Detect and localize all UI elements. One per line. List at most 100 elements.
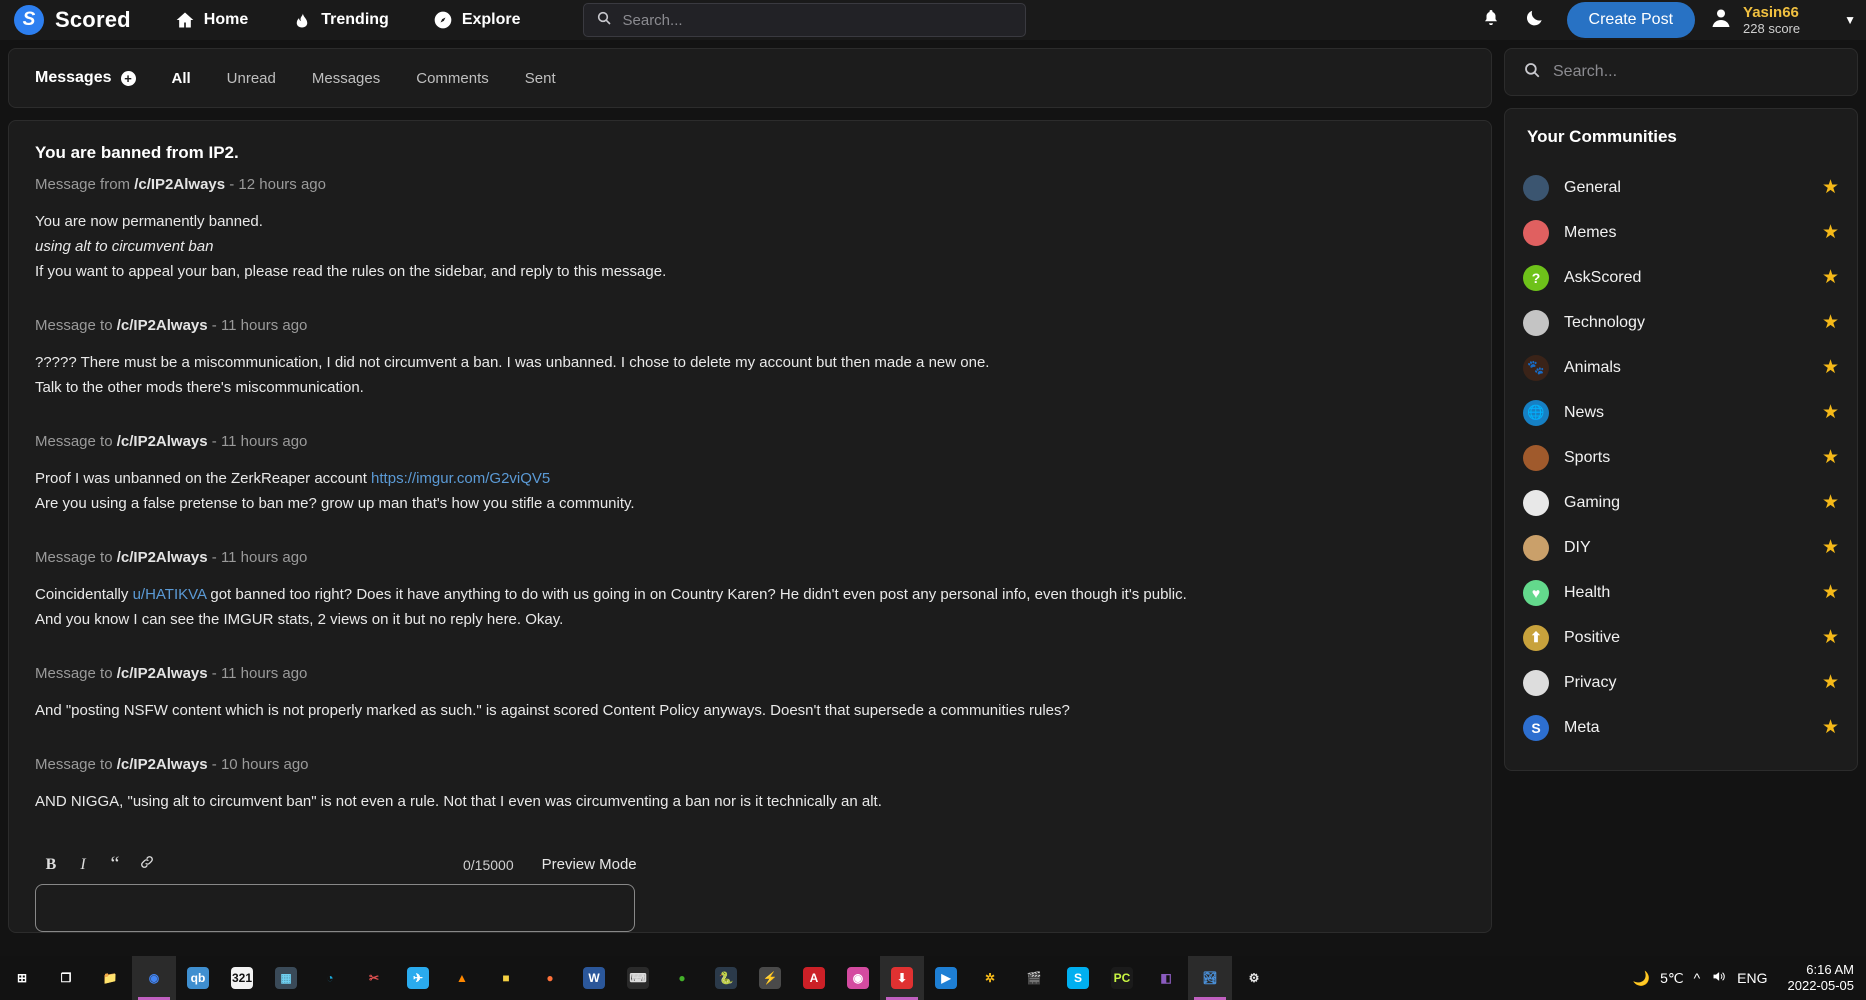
favorite-star-icon[interactable]: ★ [1822,671,1839,694]
qbittorrent-icon[interactable]: qb [176,956,220,1000]
downloader-icon[interactable]: ⬇ [880,956,924,1000]
pycharm-pc-icon[interactable]: PC [1100,956,1144,1000]
telegram-icon-glyph: ✈ [407,967,429,989]
notifications-button[interactable] [1469,0,1513,40]
windows-start-icon[interactable]: ⊞ [0,956,44,1000]
reply-input[interactable] [35,884,635,932]
tab-sent[interactable]: Sent [525,70,556,87]
user-mention-link[interactable]: u/HATIKVA [133,586,207,603]
message-community[interactable]: /c/IP2Always [117,665,208,682]
link-icon[interactable] [131,854,163,875]
nav-link-home-label: Home [203,11,249,28]
sidebar-search[interactable] [1504,48,1858,96]
community-row[interactable]: Gaming ★ [1523,480,1839,525]
nav-link-explore[interactable]: Explore [433,10,521,30]
favorite-star-icon[interactable]: ★ [1822,446,1839,469]
nav-link-home[interactable]: Home [175,10,248,30]
community-row[interactable]: General ★ [1523,165,1839,210]
clock[interactable]: 6:16 AM 2022-05-05 [1788,962,1855,994]
favorite-star-icon[interactable]: ★ [1822,401,1839,424]
italic-button[interactable]: I [67,856,99,874]
community-row[interactable]: Privacy ★ [1523,660,1839,705]
volume-icon[interactable] [1710,969,1727,987]
community-row[interactable]: ? AskScored ★ [1523,255,1839,300]
community-row[interactable]: 🐾 Animals ★ [1523,345,1839,390]
global-search[interactable] [582,3,1026,37]
create-post-button[interactable]: Create Post [1566,2,1696,38]
message-community[interactable]: /c/IP2Always [134,176,225,193]
photos-icon[interactable]: 🏞 [1188,956,1232,1000]
skype-icon[interactable]: S [1056,956,1100,1000]
communities-heading: Your Communities [1527,127,1677,146]
settings-gear-icon[interactable]: ⚙ [1232,956,1276,1000]
tab-all[interactable]: All [172,70,191,87]
google-chrome-icon[interactable]: ◉ [132,956,176,1000]
message-community[interactable]: /c/IP2Always [117,756,208,773]
file-explorer-icon[interactable]: 📁 [88,956,132,1000]
preview-mode-toggle[interactable]: Preview Mode [542,856,637,873]
message-community[interactable]: /c/IP2Always [117,317,208,334]
chevron-up-icon[interactable]: ^ [1694,970,1701,986]
xmind-icon[interactable]: ✲ [968,956,1012,1000]
community-row[interactable]: ⬆ Positive ★ [1523,615,1839,660]
community-row[interactable]: DIY ★ [1523,525,1839,570]
pycharm-icon[interactable]: 🐍 [704,956,748,1000]
dark-mode-toggle[interactable] [1513,0,1557,40]
community-name: General [1564,178,1621,196]
favorite-star-icon[interactable]: ★ [1822,356,1839,379]
language-indicator[interactable]: ENG [1737,970,1767,986]
media-player-icon[interactable]: ▶ [924,956,968,1000]
favorite-star-icon[interactable]: ★ [1822,716,1839,739]
plus-circle-icon[interactable]: + [120,70,136,86]
microsoft-edge-icon[interactable]: ◔ [308,956,352,1000]
favorite-star-icon[interactable]: ★ [1822,266,1839,289]
search-input[interactable] [622,11,1013,29]
bold-button[interactable]: B [35,856,67,874]
anaconda-icon[interactable]: ● [660,956,704,1000]
favorite-star-icon[interactable]: ★ [1822,536,1839,559]
favorite-star-icon[interactable]: ★ [1822,311,1839,334]
adobe-acrobat-icon[interactable]: A [792,956,836,1000]
community-row[interactable]: S Meta ★ [1523,705,1839,750]
firefox-icon[interactable]: ● [528,956,572,1000]
telegram-icon[interactable]: ✈ [396,956,440,1000]
task-view-icon[interactable]: ❐ [44,956,88,1000]
video-editor-icon[interactable]: 🎬 [1012,956,1056,1000]
sublime-text-icon[interactable]: ⚡ [748,956,792,1000]
favorite-star-icon[interactable]: ★ [1822,581,1839,604]
community-row[interactable]: 🌐 News ★ [1523,390,1839,435]
community-row[interactable]: Memes ★ [1523,210,1839,255]
sidebar-search-input[interactable] [1553,63,1839,81]
favorite-star-icon[interactable]: ★ [1822,491,1839,514]
tab-comments[interactable]: Comments [416,70,489,87]
tab-unread[interactable]: Unread [227,70,276,87]
sticky-notes-icon-glyph: ■ [502,971,510,985]
community-row[interactable]: Sports ★ [1523,435,1839,480]
favorite-star-icon[interactable]: ★ [1822,626,1839,649]
memes-avatar [1523,219,1549,246]
terminal-icon[interactable]: ⌨ [616,956,660,1000]
community-row[interactable]: Technology ★ [1523,300,1839,345]
tab-messages[interactable]: Messages [312,70,380,87]
favorite-star-icon[interactable]: ★ [1822,176,1839,199]
onenote-icon[interactable]: ◧ [1144,956,1188,1000]
calculator-icon[interactable]: ▦ [264,956,308,1000]
message-thread: You are banned from IP2. Message from /c… [8,120,1492,933]
mpc-321-icon[interactable]: 321 [220,956,264,1000]
chevron-down-icon[interactable]: ▼ [1844,13,1856,27]
itunes-icon[interactable]: ◉ [836,956,880,1000]
file-explorer-icon-glyph: 📁 [102,971,118,985]
favorite-star-icon[interactable]: ★ [1822,221,1839,244]
sticky-notes-icon[interactable]: ■ [484,956,528,1000]
microsoft-word-icon[interactable]: W [572,956,616,1000]
user-menu[interactable]: Yasin66 228 score ▼ [1709,4,1856,36]
quote-button[interactable]: “ [99,853,131,876]
external-link[interactable]: https://imgur.com/G2viQV5 [371,470,550,487]
vlc-icon[interactable]: ▲ [440,956,484,1000]
nav-link-trending[interactable]: Trending [292,10,389,30]
message-community[interactable]: /c/IP2Always [117,549,208,566]
community-row[interactable]: ♥ Health ★ [1523,570,1839,615]
brand-logo[interactable]: S Scored [14,5,131,35]
message-community[interactable]: /c/IP2Always [117,433,208,450]
snipping-tool-icon[interactable]: ✂ [352,956,396,1000]
